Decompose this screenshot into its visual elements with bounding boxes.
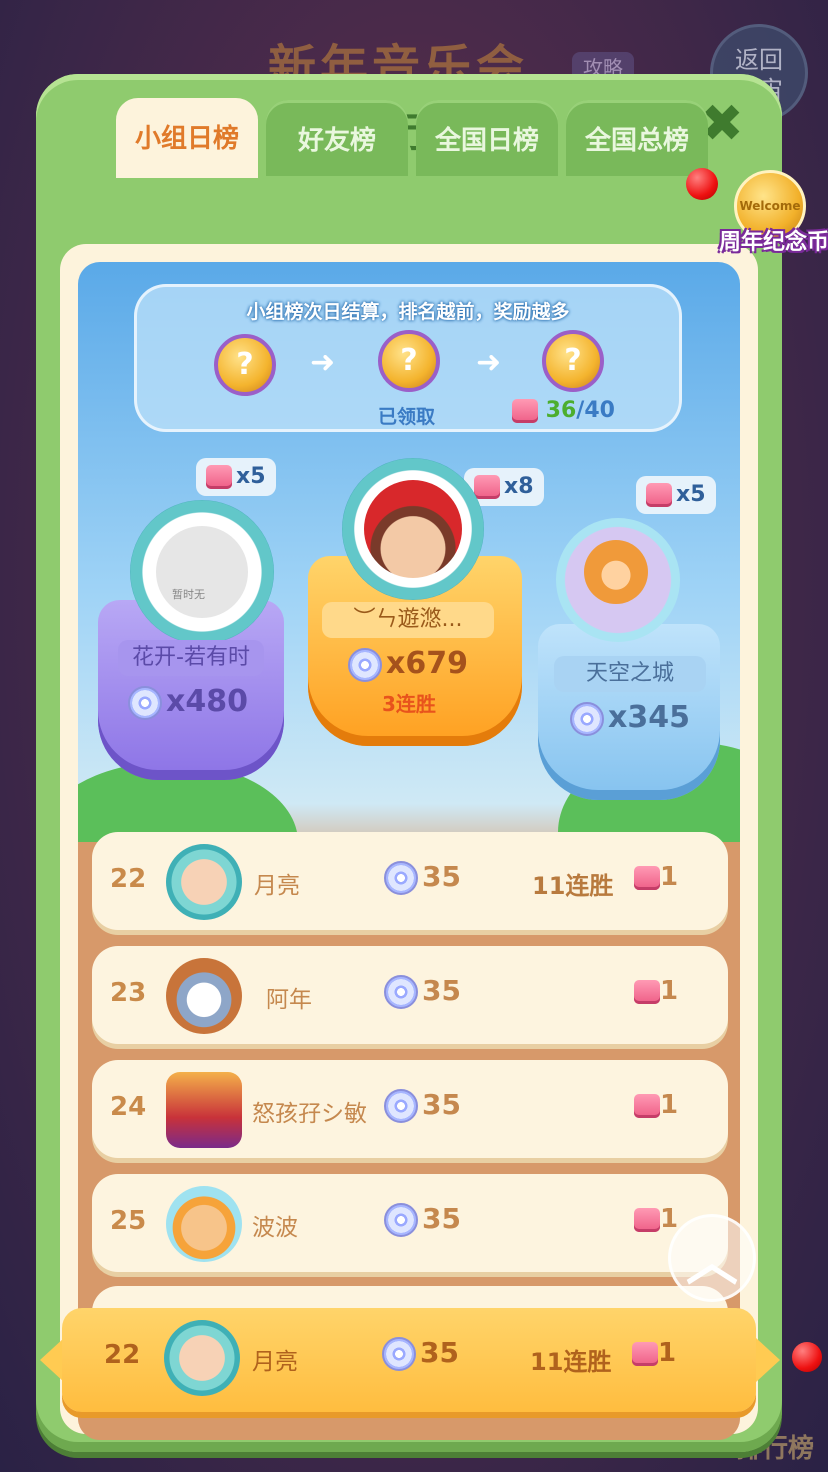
puzzle-piece-icon — [634, 979, 660, 1004]
piece-count: 1 — [634, 862, 678, 892]
rank-row[interactable]: 23 阿年 35 1 — [92, 946, 728, 1044]
rank-number: 23 — [110, 978, 147, 1008]
player-name: 怒孩孖シ敏 — [252, 1101, 367, 1127]
reward-chest-icon[interactable]: ? — [542, 330, 604, 392]
progress-total: /40 — [576, 398, 615, 423]
avatar[interactable] — [164, 1320, 240, 1396]
podium-third-name: 天空之城 — [554, 656, 706, 692]
rank-row[interactable]: 24 怒孩孖シ敏 35 1 — [92, 1060, 728, 1158]
piece-count: 1 — [632, 1338, 676, 1368]
score: 35 — [384, 860, 461, 895]
disc-icon — [384, 975, 418, 1009]
disc-icon — [384, 861, 418, 895]
piece-reward-tag: x5 — [196, 458, 276, 496]
puzzle-piece-icon — [474, 475, 500, 499]
piece-value: 1 — [660, 976, 679, 1006]
avatar[interactable] — [342, 458, 484, 600]
piece-count: x8 — [504, 474, 534, 499]
puzzle-piece-icon — [634, 865, 660, 890]
anniversary-coin-label: 周年纪念币 — [718, 230, 828, 255]
my-rank-row[interactable]: 22 月亮 35 11连胜 1 — [62, 1308, 756, 1412]
progress-current: 36 — [545, 398, 577, 423]
puzzle-piece-icon — [634, 1093, 660, 1118]
piece-count: 1 — [634, 1204, 678, 1234]
avatar-placeholder-text: 暂时无 — [172, 588, 205, 601]
player-name: 阿年 — [266, 987, 312, 1013]
score: 35 — [384, 1088, 461, 1123]
disc-icon — [570, 701, 604, 736]
puzzle-piece-icon — [632, 1341, 658, 1366]
podium-second-score: x480 — [128, 684, 248, 720]
settlement-info-text: 小组榜次日结算，排名越前，奖励越多 — [246, 301, 570, 323]
puzzle-piece-icon — [634, 1207, 660, 1232]
podium-first-score: x679 — [348, 646, 468, 682]
win-streak: 11连胜 — [530, 1348, 612, 1376]
notification-dot — [686, 168, 718, 200]
piece-value: 1 — [660, 862, 679, 892]
piece-reward-tag: x5 — [636, 476, 716, 514]
win-streak: 11连胜 — [532, 872, 614, 900]
piece-count: 1 — [634, 976, 678, 1006]
rank-number: 25 — [110, 1206, 147, 1236]
highlight-tip-right — [756, 1338, 780, 1382]
score-value: x679 — [386, 646, 468, 681]
rank-number: 24 — [110, 1092, 147, 1122]
avatar[interactable] — [556, 518, 680, 642]
piece-count: x5 — [676, 482, 706, 507]
score-value: 35 — [422, 1088, 461, 1121]
tab-national-daily[interactable]: 全国日榜 — [416, 100, 558, 176]
highlight-tip-left — [40, 1338, 64, 1382]
disc-icon — [384, 1089, 418, 1123]
avatar[interactable] — [166, 1072, 242, 1148]
piece-value: 1 — [658, 1338, 677, 1368]
rank-row[interactable]: 22 月亮 35 11连胜 1 — [92, 832, 728, 930]
chevron-up-icon[interactable]: ︿ — [668, 1214, 756, 1302]
avatar[interactable] — [166, 1186, 242, 1262]
score-value: 35 — [420, 1336, 459, 1369]
score-value: x480 — [166, 684, 248, 719]
avatar[interactable] — [166, 958, 242, 1034]
podium-third-score: x345 — [570, 700, 690, 736]
player-name: 月亮 — [254, 873, 300, 899]
piece-progress: 36/40 — [512, 398, 615, 423]
tab-friends[interactable]: 好友榜 — [266, 100, 408, 176]
score-value: 35 — [422, 1202, 461, 1235]
avatar[interactable] — [166, 844, 242, 920]
arrow-right-icon: ➜ — [476, 345, 502, 380]
arrow-right-icon: ➜ — [310, 345, 336, 380]
reward-chest-icon[interactable]: ? — [378, 330, 440, 392]
disc-icon — [384, 1203, 418, 1237]
score-value: 35 — [422, 974, 461, 1007]
piece-value: 1 — [660, 1204, 679, 1234]
podium-second-name: 花开-若有时 — [118, 640, 264, 676]
claimed-label: 已领取 — [378, 406, 436, 428]
piece-count: 1 — [634, 1090, 678, 1120]
podium-first-name: ︶ㄣ遊滺... — [322, 602, 494, 638]
tab-national-total[interactable]: 全国总榜 — [566, 100, 708, 176]
piece-count: x5 — [236, 464, 266, 489]
podium-first-streak: 3连胜 — [382, 692, 436, 716]
player-name: 月亮 — [252, 1349, 298, 1375]
notification-dot — [792, 1342, 822, 1372]
piece-value: 1 — [660, 1090, 679, 1120]
score: 35 — [384, 1202, 461, 1237]
player-name: 波波 — [252, 1215, 298, 1241]
puzzle-piece-icon — [206, 465, 232, 489]
score: 35 — [382, 1336, 459, 1371]
avatar[interactable]: 暂时无 — [130, 500, 274, 644]
disc-icon — [382, 1337, 416, 1371]
puzzle-piece-icon — [646, 483, 672, 507]
disc-icon — [128, 685, 162, 720]
rank-number: 22 — [104, 1340, 141, 1370]
score-value: 35 — [422, 860, 461, 893]
reward-chest-icon[interactable]: ? — [214, 334, 276, 396]
score: 35 — [384, 974, 461, 1009]
tab-group-daily[interactable]: 小组日榜 — [116, 98, 258, 178]
disc-icon — [348, 647, 382, 682]
puzzle-piece-icon — [512, 399, 538, 423]
score-value: x345 — [608, 700, 690, 735]
anniversary-coin-button[interactable]: Welcome 周年纪念币 — [719, 160, 828, 260]
rank-row[interactable]: 25 波波 35 1 — [92, 1174, 728, 1272]
rank-number: 22 — [110, 864, 147, 894]
